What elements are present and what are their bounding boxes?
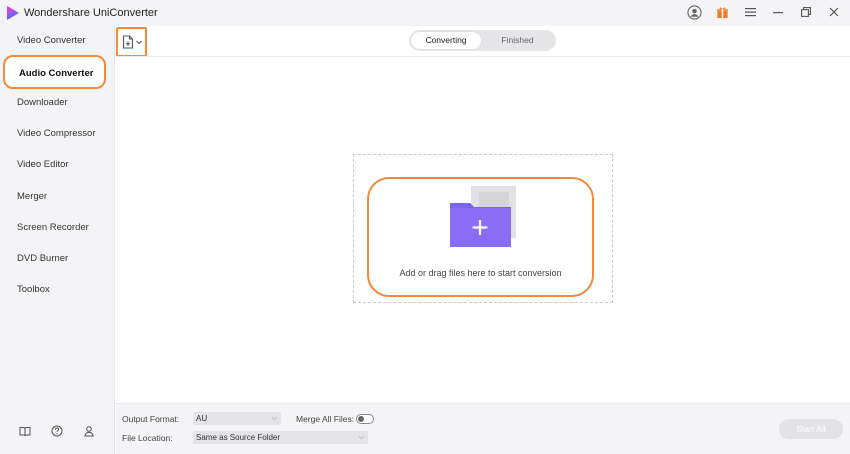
toggle-knob xyxy=(358,416,364,422)
file-location-select[interactable]: Same as Source Folder ⌵ xyxy=(193,431,368,444)
window-controls xyxy=(686,4,842,20)
sidebar-item-audio-converter[interactable]: Audio Converter xyxy=(3,55,106,89)
gift-icon[interactable] xyxy=(714,4,730,20)
status-tabs: Converting Finished xyxy=(409,30,556,51)
output-format-label: Output Format: xyxy=(122,414,180,424)
file-location-label: File Location: xyxy=(122,433,173,443)
output-format-value: AU xyxy=(196,414,208,423)
tab-finished[interactable]: Finished xyxy=(481,32,554,49)
menu-icon[interactable] xyxy=(742,4,758,20)
chevron-down-icon: ⌵ xyxy=(271,415,277,422)
merge-all-files-toggle[interactable] xyxy=(356,414,374,424)
minimize-icon[interactable] xyxy=(770,4,786,20)
close-icon[interactable] xyxy=(826,4,842,20)
sidebar-item-screen-recorder[interactable]: Screen Recorder xyxy=(0,216,115,240)
header-divider xyxy=(116,56,850,57)
sidebar-item-video-editor[interactable]: Video Editor xyxy=(0,153,115,177)
tab-converting[interactable]: Converting xyxy=(411,32,481,49)
sidebar-bottom-icons xyxy=(18,424,96,438)
sidebar-item-downloader[interactable]: Downloader xyxy=(0,91,115,115)
book-icon[interactable] xyxy=(18,424,32,438)
add-file-icon xyxy=(122,35,133,49)
add-files-button[interactable] xyxy=(116,27,147,57)
title-bar: Wondershare UniConverter xyxy=(0,0,850,26)
sidebar-item-video-compressor[interactable]: Video Compressor xyxy=(0,122,115,146)
chevron-down-icon: ⌵ xyxy=(358,434,364,441)
sidebar-item-toolbox[interactable]: Toolbox xyxy=(0,278,115,302)
merge-all-files-label: Merge All Files: xyxy=(296,414,355,424)
restore-icon[interactable] xyxy=(798,4,814,20)
file-location-value: Same as Source Folder xyxy=(196,433,281,442)
account-icon[interactable] xyxy=(82,424,96,438)
app-logo-icon xyxy=(7,6,19,20)
chevron-down-icon xyxy=(135,40,142,44)
start-all-button[interactable]: Start All xyxy=(779,419,843,439)
help-icon[interactable] xyxy=(50,424,64,438)
add-folder-icon[interactable] xyxy=(449,186,517,248)
sidebar-item-dvd-burner[interactable]: DVD Burner xyxy=(0,247,115,271)
output-format-select[interactable]: AU ⌵ xyxy=(193,412,281,425)
drop-zone-text: Add or drag files here to start conversi… xyxy=(399,268,562,278)
sidebar: Video Converter Audio Converter Download… xyxy=(0,26,115,454)
bottom-bar xyxy=(116,403,850,454)
app-title: Wondershare UniConverter xyxy=(24,7,158,19)
user-icon[interactable] xyxy=(686,4,702,20)
sidebar-item-video-converter[interactable]: Video Converter xyxy=(0,29,115,53)
sidebar-item-merger[interactable]: Merger xyxy=(0,185,115,209)
